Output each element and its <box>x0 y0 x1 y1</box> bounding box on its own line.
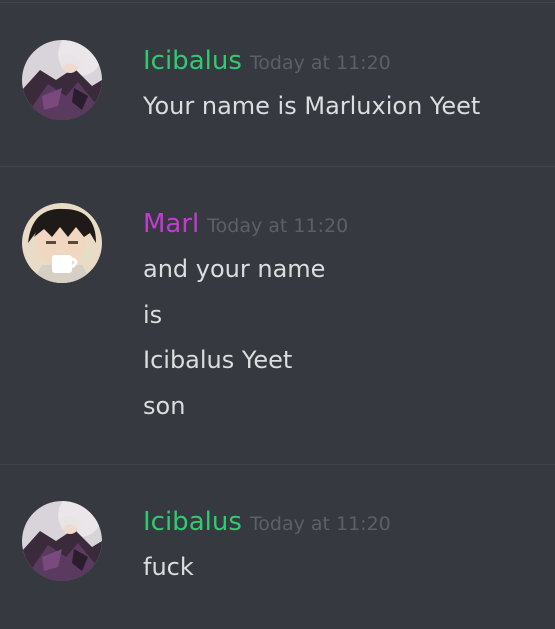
message-text: and your name <box>143 255 326 283</box>
timestamp[interactable]: Today at 11:20 <box>250 513 391 535</box>
timestamp[interactable]: Today at 11:20 <box>207 215 348 237</box>
timestamp[interactable]: Today at 11:20 <box>250 52 391 74</box>
avatar[interactable] <box>22 40 102 120</box>
message-text: Icibalus Yeet <box>143 346 293 374</box>
top-divider <box>0 2 555 3</box>
username[interactable]: Icibalus <box>143 507 242 537</box>
username[interactable]: Icibalus <box>143 46 242 76</box>
avatar[interactable] <box>22 203 102 283</box>
icibalus-avatar-image <box>22 501 102 581</box>
avatar[interactable] <box>22 501 102 581</box>
message-header: Marl Today at 11:20 <box>143 208 348 240</box>
username[interactable]: Marl <box>143 209 199 239</box>
message-divider <box>0 166 555 167</box>
message-header: Icibalus Today at 11:20 <box>143 506 391 538</box>
message-text: Your name is Marluxion Yeet <box>143 92 481 120</box>
message-text: son <box>143 392 186 420</box>
message-divider <box>0 464 555 465</box>
message-text: is <box>143 301 163 329</box>
marl-avatar-image <box>22 203 102 283</box>
message-header: Icibalus Today at 11:20 <box>143 45 391 77</box>
icibalus-avatar-image <box>22 40 102 120</box>
message-text: fuck <box>143 553 194 581</box>
